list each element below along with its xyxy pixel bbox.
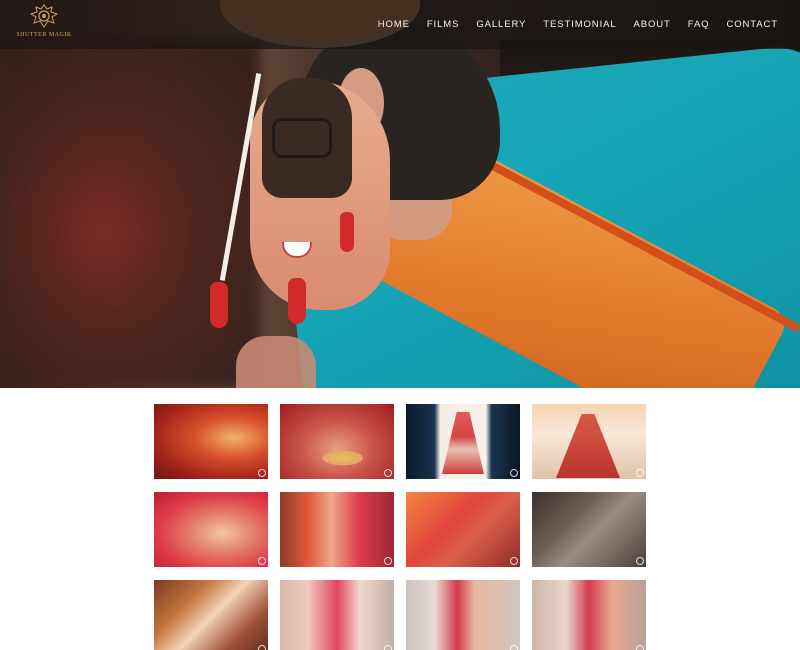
nav-contact[interactable]: CONTACT <box>726 19 778 30</box>
hero-image <box>0 0 800 388</box>
nav-faq[interactable]: FAQ <box>688 19 710 30</box>
zoom-icon <box>636 469 644 477</box>
red-earring <box>288 278 306 324</box>
gallery-thumbnail[interactable] <box>154 580 268 650</box>
zoom-icon <box>636 645 644 650</box>
gallery-thumbnail[interactable] <box>406 492 520 567</box>
zoom-icon <box>510 645 518 650</box>
gallery-thumbnail[interactable] <box>280 404 394 479</box>
zoom-icon <box>384 557 392 565</box>
gallery-thumbnail[interactable] <box>154 492 268 567</box>
camera-crest-icon <box>29 4 59 30</box>
zoom-icon <box>258 469 266 477</box>
gallery-thumbnail[interactable] <box>280 492 394 567</box>
nav-testimonial[interactable]: TESTIMONIAL <box>543 19 616 30</box>
zoom-icon <box>384 469 392 477</box>
nav-home[interactable]: HOME <box>378 19 410 30</box>
gallery-grid <box>154 404 646 650</box>
page: SHUTTER MAGIK HOME FILMS GALLERY TESTIMO… <box>0 0 800 650</box>
nav-gallery[interactable]: GALLERY <box>476 19 526 30</box>
nav-about[interactable]: ABOUT <box>634 19 671 30</box>
gallery-thumbnail[interactable] <box>406 580 520 650</box>
logo[interactable]: SHUTTER MAGIK <box>16 4 71 46</box>
main-menu: HOME FILMS GALLERY TESTIMONIAL ABOUT FAQ… <box>378 0 778 49</box>
zoom-icon <box>510 469 518 477</box>
gallery-thumbnail[interactable] <box>532 492 646 567</box>
zoom-icon <box>258 645 266 650</box>
zoom-icon <box>384 645 392 650</box>
zoom-icon <box>510 557 518 565</box>
zoom-icon <box>258 557 266 565</box>
red-tassel <box>210 282 228 328</box>
glasses <box>272 118 332 158</box>
gallery-thumbnail[interactable] <box>280 580 394 650</box>
red-earring <box>340 212 354 252</box>
gallery-thumbnail[interactable] <box>532 580 646 650</box>
top-navbar: SHUTTER MAGIK HOME FILMS GALLERY TESTIMO… <box>0 0 800 49</box>
gallery-thumbnail[interactable] <box>406 404 520 479</box>
zoom-icon <box>636 557 644 565</box>
brand-name: SHUTTER MAGIK <box>16 32 72 38</box>
gallery-thumbnail[interactable] <box>532 404 646 479</box>
gallery-thumbnail[interactable] <box>154 404 268 479</box>
nav-films[interactable]: FILMS <box>427 19 459 30</box>
